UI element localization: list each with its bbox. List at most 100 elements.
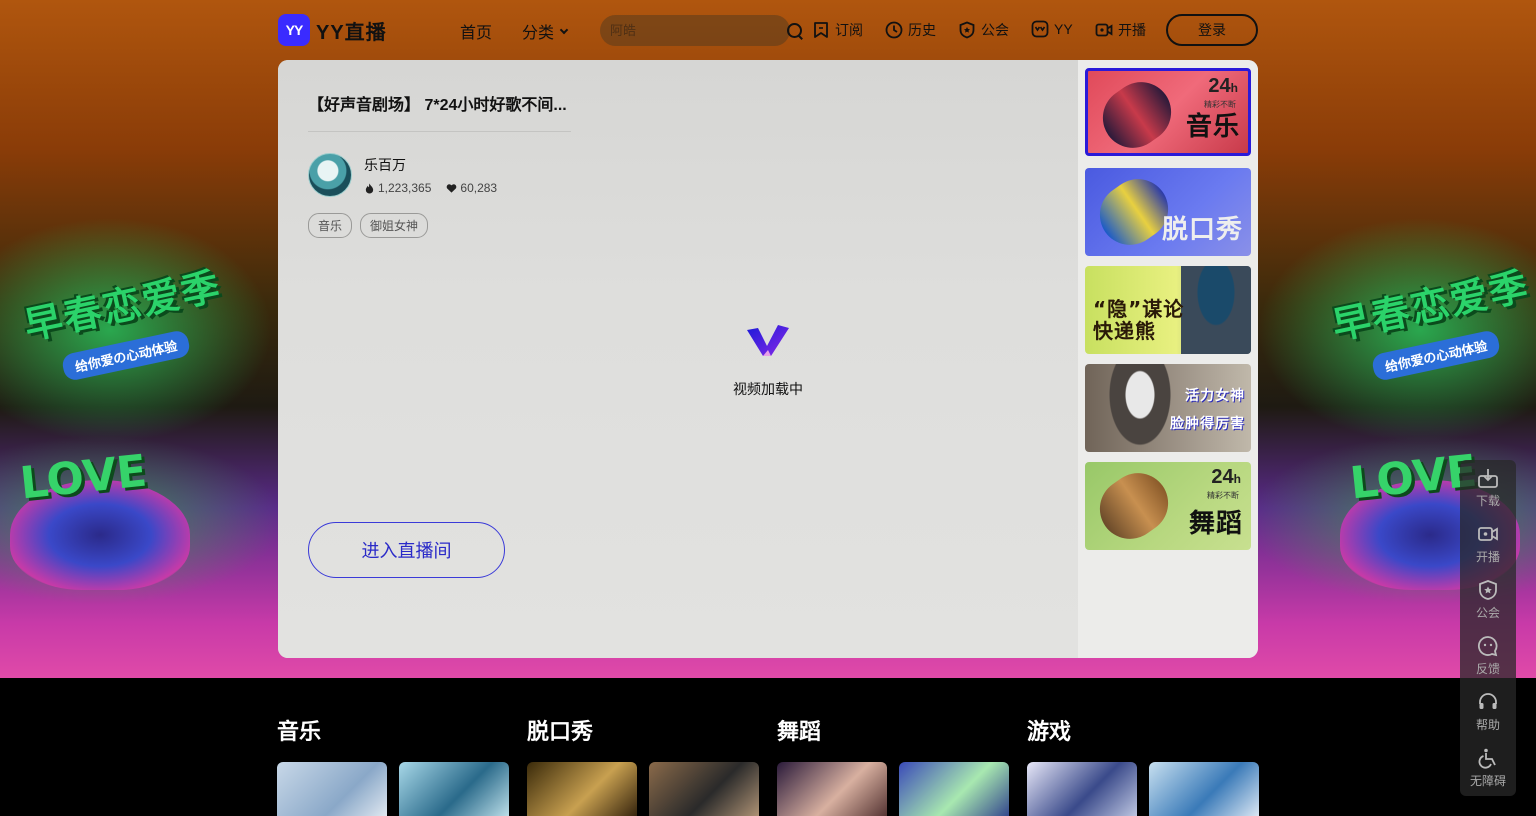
nav-history-label: 历史 (908, 22, 936, 38)
chevron-down-icon (559, 25, 569, 34)
nav-guild[interactable]: 公会 (958, 20, 1009, 40)
recommend-thumb-talkshow[interactable]: 脱口秀 (1085, 168, 1251, 256)
live-card[interactable] (527, 762, 637, 816)
title-divider (308, 131, 571, 132)
tag-item[interactable]: 音乐 (308, 213, 353, 238)
float-go-live-label: 开播 (1475, 550, 1500, 564)
live-card[interactable] (899, 762, 1009, 816)
download-icon (1478, 469, 1498, 488)
float-accessibility-label: 无障碍 (1469, 774, 1506, 788)
search-input[interactable] (610, 23, 786, 38)
shield-icon (1479, 580, 1497, 600)
likes-count: 60,283 (460, 181, 498, 195)
nav-history[interactable]: 历史 (885, 20, 936, 40)
streamer-avatar[interactable] (308, 153, 352, 197)
login-button[interactable]: 登录 (1166, 14, 1258, 46)
headset-icon (1479, 693, 1497, 709)
nav-go-live[interactable]: 开播 (1095, 20, 1146, 40)
tag-list: 音乐 御姐女神 (308, 213, 429, 238)
hero-title-right: 早春恋爱季 (1328, 263, 1534, 349)
accessibility-icon (1478, 748, 1496, 769)
24h-badge: 24h (1211, 466, 1241, 489)
live-card[interactable] (777, 762, 887, 816)
nav-subscribe[interactable]: 订阅 (812, 20, 863, 40)
recommend-sidebar: 24h 精彩不断 音乐 脱口秀 “隐”谋论 快递熊 活力女神 脸肿得厉害 24h… (1078, 60, 1258, 658)
float-guild-label: 公会 (1475, 606, 1500, 620)
float-feedback[interactable]: 反馈 (1460, 628, 1516, 684)
nav-guild-label: 公会 (981, 22, 1009, 38)
nav-category[interactable]: 分类 (522, 19, 569, 43)
badge-number: 24 (1208, 75, 1231, 97)
recommend-thumb-goddess[interactable]: 活力女神 脸肿得厉害 (1085, 364, 1251, 452)
thumb-label: 活力女神 脸肿得厉害 (1170, 388, 1245, 432)
float-help-label: 帮助 (1475, 718, 1500, 732)
video-area[interactable]: 【好声音剧场】 7*24小时好歌不间... 乐百万 1,223,365 60,2… (278, 60, 1078, 658)
float-accessibility[interactable]: 无障碍 (1460, 740, 1516, 796)
nav-category-label: 分类 (522, 25, 555, 42)
camera-icon (1478, 527, 1498, 541)
heart-icon (447, 183, 457, 193)
nav-go-live-label: 开播 (1118, 22, 1146, 38)
thumb-label: “隐”谋论 快递熊 (1093, 297, 1185, 343)
live-title: 【好声音剧场】 7*24小时好歌不间... (308, 97, 567, 114)
section-title[interactable]: 脱口秀 (527, 714, 593, 746)
category-sections: 音乐 脱口秀 舞蹈 游戏 (0, 678, 1536, 816)
live-card[interactable] (1149, 762, 1259, 816)
24h-badge: 24h (1208, 75, 1238, 98)
section-title[interactable]: 舞蹈 (777, 714, 821, 746)
float-guild[interactable]: 公会 (1460, 572, 1516, 628)
badge-unit: h (1233, 472, 1241, 486)
recommend-thumb-bear[interactable]: “隐”谋论 快递熊 (1085, 266, 1251, 354)
tag-item[interactable]: 御姐女神 (360, 213, 429, 238)
guitar-image (1091, 71, 1183, 153)
recommend-thumb-music[interactable]: 24h 精彩不断 音乐 (1085, 68, 1251, 156)
flame-icon (365, 182, 374, 194)
right-float-toolbar: 下载 开播 公会 反馈 帮助 无障碍 (1460, 460, 1516, 796)
feedback-icon (1477, 636, 1498, 657)
streamer-stats: 1,223,365 60,283 (364, 181, 497, 195)
thumb-label: 脱口秀 (1161, 215, 1243, 245)
live-card[interactable] (277, 762, 387, 816)
yy-loading-icon (747, 325, 789, 356)
live-player-card: 【好声音剧场】 7*24小时好歌不间... 乐百万 1,223,365 60,2… (278, 60, 1258, 658)
thumb-label: 舞蹈 (1188, 509, 1243, 539)
section-title[interactable]: 游戏 (1027, 714, 1071, 746)
likes-stat: 60,283 (446, 181, 497, 195)
yy-logo[interactable]: YY YY直播 (278, 14, 387, 46)
recommend-thumb-dance[interactable]: 24h 精彩不断 舞蹈 (1085, 462, 1251, 550)
logo-text: YY直播 (316, 21, 387, 44)
hot-stat: 1,223,365 (364, 181, 431, 195)
float-help[interactable]: 帮助 (1460, 684, 1516, 740)
hero-title-left: 早春恋爱季 (20, 263, 226, 349)
thumb-label: 音乐 (1185, 112, 1240, 142)
badge-sub: 精彩不断 (1207, 491, 1239, 500)
float-feedback-label: 反馈 (1475, 662, 1500, 676)
camera-icon (1095, 23, 1113, 37)
nav-home[interactable]: 首页 (460, 19, 492, 43)
live-card[interactable] (399, 762, 509, 816)
loading-text: 视频加载中 (733, 381, 803, 397)
float-download[interactable]: 下载 (1460, 460, 1516, 516)
badge-number: 24 (1211, 466, 1234, 488)
section-title[interactable]: 音乐 (277, 714, 321, 746)
nav-subscribe-label: 订阅 (835, 22, 863, 38)
search-box (600, 15, 802, 46)
video-loader: 视频加载中 (718, 322, 818, 399)
float-download-label: 下载 (1475, 494, 1500, 508)
person-image (1181, 266, 1251, 354)
yy-icon (1031, 20, 1049, 38)
hot-count: 1,223,365 (378, 181, 432, 195)
streamer-name[interactable]: 乐百万 (364, 155, 406, 175)
top-nav: YY YY直播 首页 分类 订阅 历史 公会 YY 开播 登录 (0, 0, 1536, 60)
logo-badge-icon: YY (278, 14, 310, 46)
nav-yy[interactable]: YY (1031, 20, 1073, 38)
float-go-live[interactable]: 开播 (1460, 516, 1516, 572)
enter-live-room-button[interactable]: 进入直播间 (308, 522, 505, 578)
live-card[interactable] (649, 762, 759, 816)
nav-yy-label: YY (1054, 21, 1073, 37)
bookmark-icon (814, 22, 828, 38)
badge-unit: h (1230, 81, 1238, 95)
live-card[interactable] (1027, 762, 1137, 816)
clock-icon (885, 21, 903, 39)
shoe-image (1088, 462, 1180, 550)
